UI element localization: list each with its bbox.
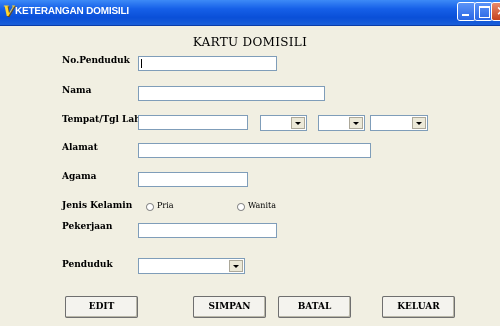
chevron-down-icon[interactable] [229, 260, 243, 272]
tgl-year-select[interactable] [370, 115, 428, 131]
title-bar[interactable]: V KETERANGAN DOMISILI × [0, 0, 500, 26]
chevron-down-icon[interactable] [349, 117, 363, 129]
maximize-icon [479, 6, 490, 18]
tempat-lahir-input[interactable] [138, 115, 248, 130]
label-no-penduduk: No.Penduduk [62, 56, 130, 66]
label-penduduk: Penduduk [62, 260, 113, 270]
nama-input[interactable] [138, 86, 325, 101]
label-pekerjaan: Pekerjaan [62, 222, 113, 232]
label-alamat: Alamat [62, 143, 98, 153]
pekerjaan-input[interactable] [138, 223, 277, 238]
no-penduduk-input[interactable] [138, 56, 277, 71]
simpan-button[interactable]: SIMPAN [193, 296, 266, 318]
edit-button[interactable]: EDIT [65, 296, 138, 318]
chevron-down-icon[interactable] [412, 117, 426, 129]
chevron-down-icon[interactable] [291, 117, 305, 129]
label-tempat-tgl-lahir: Tempat/Tgl Lahir [62, 115, 149, 125]
agama-input[interactable] [138, 172, 248, 187]
radio-pria[interactable] [146, 203, 154, 211]
penduduk-select[interactable] [138, 258, 245, 274]
window-title: KETERANGAN DOMISILI [15, 6, 129, 17]
radio-wanita[interactable] [237, 203, 245, 211]
close-icon: × [496, 4, 500, 19]
alamat-input[interactable] [138, 143, 371, 158]
keluar-button[interactable]: KELUAR [382, 296, 455, 318]
minimize-icon [462, 14, 469, 16]
label-nama: Nama [62, 86, 92, 96]
radio-pria-label[interactable]: Pria [157, 201, 174, 210]
radio-wanita-label[interactable]: Wanita [248, 201, 276, 210]
label-jenis-kelamin: Jenis Kelamin [62, 201, 133, 211]
tgl-month-select[interactable] [318, 115, 365, 131]
form-heading: KARTU DOMISILI [192, 35, 308, 49]
text-caret [141, 59, 142, 68]
close-button[interactable]: × [491, 2, 500, 21]
batal-button[interactable]: BATAL [278, 296, 351, 318]
tgl-day-select[interactable] [260, 115, 307, 131]
label-agama: Agama [62, 172, 97, 182]
